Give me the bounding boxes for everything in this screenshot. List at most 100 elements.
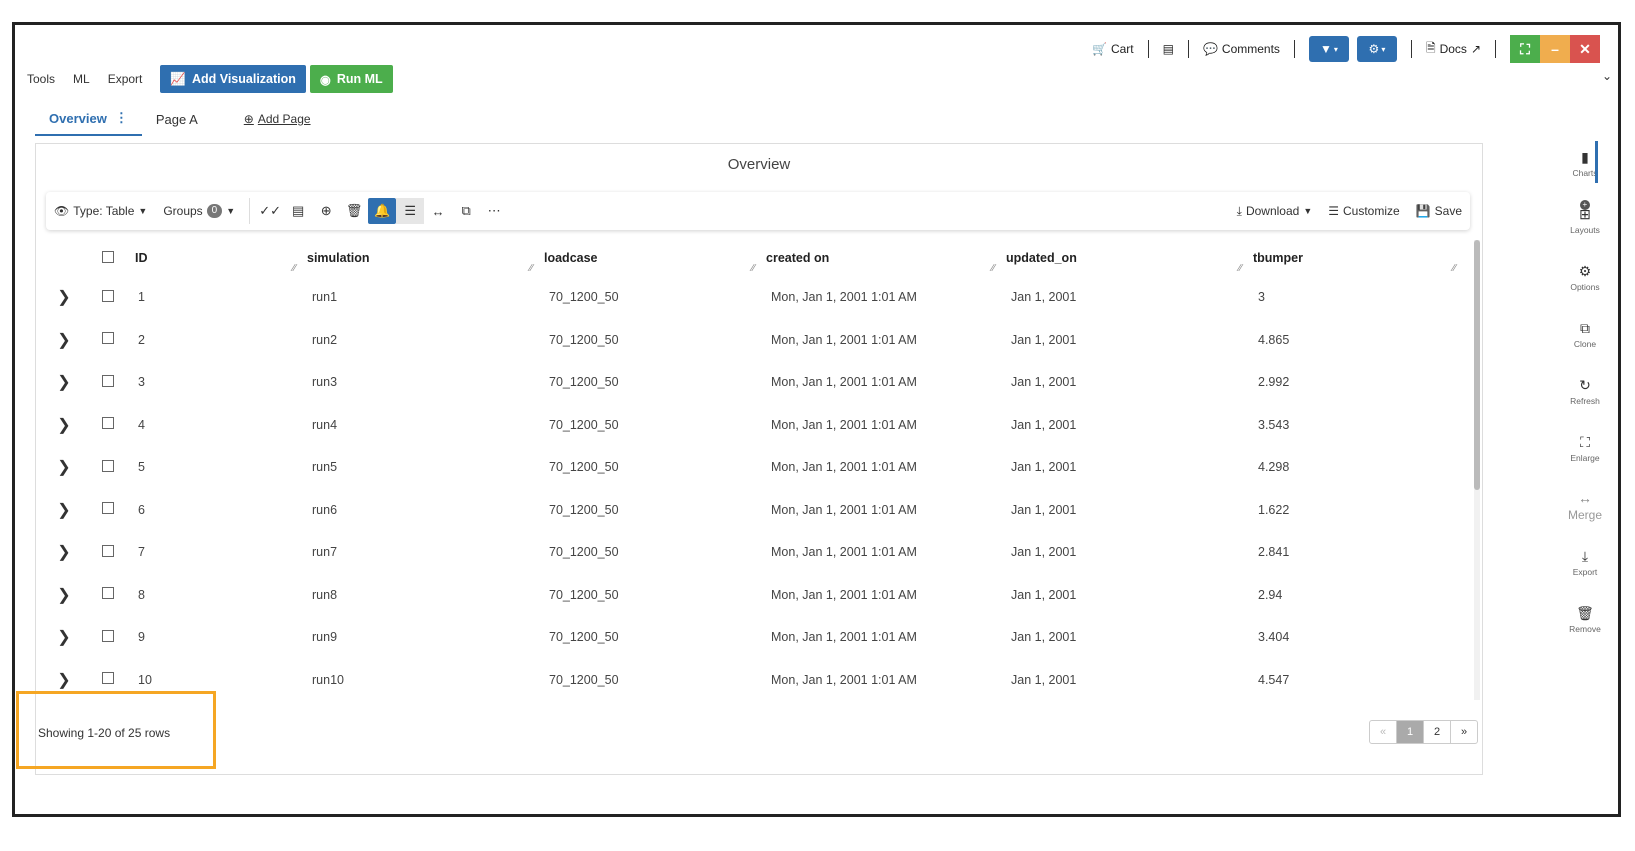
row-checkbox[interactable]: [102, 587, 114, 600]
fit-width-button[interactable]: ↔: [424, 198, 452, 224]
table-row[interactable]: ❯ 2 run2 70_1200_50 Mon, Jan 1, 2001 1:01 AM…: [46, 319, 1466, 362]
menu-export[interactable]: Export: [108, 72, 143, 86]
close-icon: ✕: [1579, 40, 1591, 57]
table-row[interactable]: ❯ 8 run8 70_1200_50 Mon, Jan 1, 2001 1:01 AM…: [46, 574, 1466, 617]
notifications-toggle[interactable]: 🔔: [368, 198, 397, 224]
resize-handle-icon[interactable]: ∕∕: [1239, 263, 1242, 274]
select-all-button[interactable]: ✓✓: [256, 198, 284, 224]
table-row[interactable]: ❯ 9 run9 70_1200_50 Mon, Jan 1, 2001 1:01 AM…: [46, 616, 1466, 659]
column-header-tbumper[interactable]: tbumper ∕∕: [1252, 240, 1466, 276]
resize-handle-icon[interactable]: ∕∕: [752, 263, 755, 274]
more-options-button[interactable]: ⋯: [480, 198, 508, 224]
row-checkbox[interactable]: [102, 417, 114, 430]
fullscreen-button[interactable]: ⛶: [1510, 35, 1540, 63]
table-row[interactable]: ❯ 1 run1 70_1200_50 Mon, Jan 1, 2001 1:01 AM…: [46, 276, 1466, 319]
customize-button[interactable]: ☰ Customize: [1320, 198, 1407, 224]
column-header-loadcase[interactable]: loadcase ∕∕: [543, 240, 765, 276]
sidebar-item-clone[interactable]: ⧉ Clone: [1574, 306, 1596, 363]
table-row[interactable]: ❯ 6 run6 70_1200_50 Mon, Jan 1, 2001 1:01 AM…: [46, 489, 1466, 532]
add-visualization-button[interactable]: 📈 Add Visualization: [160, 65, 306, 93]
scrollbar-thumb[interactable]: [1474, 240, 1480, 490]
comments-link[interactable]: 💬 Comments: [1203, 42, 1280, 56]
table-row[interactable]: ❯ 5 run5 70_1200_50 Mon, Jan 1, 2001 1:01 AM…: [46, 446, 1466, 489]
save-button[interactable]: 💾 Save: [1408, 198, 1470, 224]
chevron-right-icon[interactable]: ❯: [57, 459, 70, 476]
sidebar-item-label: Remove: [1569, 624, 1601, 634]
chevron-right-icon[interactable]: ❯: [57, 544, 70, 561]
cart-link[interactable]: 🛒 Cart: [1092, 42, 1134, 56]
chevron-right-icon[interactable]: ❯: [57, 417, 70, 434]
sidebar-item-refresh[interactable]: ↻ Refresh: [1570, 363, 1600, 420]
column-header-created-on[interactable]: created on ∕∕: [765, 240, 1005, 276]
chevron-right-icon[interactable]: ❯: [57, 587, 70, 604]
filter-dropdown-button[interactable]: ▼ ▾: [1308, 36, 1349, 62]
type-dropdown[interactable]: 👁 Type: Table ▼: [46, 198, 155, 224]
groups-dropdown[interactable]: Groups 0 ▼: [155, 198, 243, 224]
select-all-checkbox[interactable]: [102, 250, 114, 263]
menu-tools[interactable]: Tools: [27, 72, 55, 86]
row-checkbox[interactable]: [102, 502, 114, 515]
sidebar-item-remove[interactable]: 🗑 Remove: [1569, 591, 1601, 648]
run-ml-button[interactable]: ◉ Run ML: [309, 65, 393, 93]
chevron-right-icon[interactable]: ❯: [57, 289, 70, 306]
sidebar-item-charts[interactable]: ▮ Charts: [1572, 135, 1598, 192]
kebab-menu-icon[interactable]: ⋮: [115, 110, 128, 126]
chevron-right-icon[interactable]: ❯: [57, 374, 70, 391]
sidebar-item-merge[interactable]: ↔ Merge: [1568, 477, 1602, 534]
minimize-button[interactable]: –: [1540, 35, 1570, 63]
refresh-icon: ↻: [1579, 377, 1591, 393]
column-header-updated-on[interactable]: updated_on ∕∕: [1005, 240, 1252, 276]
sidebar-item-layouts[interactable]: + ⊞ Layouts: [1570, 192, 1600, 249]
chevron-right-icon[interactable]: ❯: [57, 629, 70, 646]
pagination-page-2[interactable]: 2: [1424, 721, 1451, 743]
column-header-simulation[interactable]: simulation ∕∕: [306, 240, 543, 276]
chevron-right-icon[interactable]: ❯: [57, 672, 70, 689]
row-checkbox[interactable]: [102, 459, 114, 472]
table-row[interactable]: ❯ 4 run4 70_1200_50 Mon, Jan 1, 2001 1:01 AM…: [46, 404, 1466, 447]
sidebar-item-enlarge[interactable]: ⛶ Enlarge: [1570, 420, 1599, 477]
resize-handle-icon[interactable]: ∕∕: [530, 263, 533, 274]
row-checkbox[interactable]: [102, 374, 114, 387]
resize-handle-icon[interactable]: ∕∕: [1453, 263, 1456, 274]
row-checkbox[interactable]: [102, 629, 114, 642]
column-header-id[interactable]: ID ∕∕: [134, 240, 306, 276]
table-row[interactable]: ❯ 3 run3 70_1200_50 Mon, Jan 1, 2001 1:01 AM…: [46, 361, 1466, 404]
table-row[interactable]: ❯ 10 run10 70_1200_50 Mon, Jan 1, 2001 1:01 …: [46, 659, 1466, 701]
table-row[interactable]: ❯ 7 run7 70_1200_50 Mon, Jan 1, 2001 1:01 AM…: [46, 531, 1466, 574]
row-checkbox[interactable]: [102, 544, 114, 557]
pagination-page-1[interactable]: 1: [1397, 721, 1424, 743]
add-page-link[interactable]: ⊕ Add Page: [230, 103, 325, 135]
sidebar-item-export[interactable]: ⤓ Export: [1573, 534, 1598, 591]
vertical-scrollbar[interactable]: [1474, 240, 1480, 700]
chevron-right-icon[interactable]: ❯: [57, 502, 70, 519]
trash-icon: 🗑: [1576, 605, 1594, 621]
ellipsis-icon: ⋯: [487, 203, 501, 218]
page-tabs: Overview ⋮ Page A ⊕ Add Page: [35, 102, 325, 136]
pagination-prev[interactable]: «: [1370, 721, 1397, 743]
main-menu: Tools ML Export 📈 Add Visualization ◉ Ru…: [27, 65, 393, 93]
download-dropdown[interactable]: ⤓ Download ▼: [1229, 198, 1321, 224]
tree-toggle[interactable]: ☰: [396, 198, 425, 224]
sidebar-item-options[interactable]: ⚙ Options: [1570, 249, 1599, 306]
row-checkbox[interactable]: [102, 332, 114, 345]
add-row-button[interactable]: ⊕: [312, 198, 340, 224]
chevron-right-icon[interactable]: ❯: [57, 332, 70, 349]
cell-loadcase: 70_1200_50: [549, 375, 619, 390]
menu-ml[interactable]: ML: [73, 72, 90, 86]
row-checkbox[interactable]: [102, 672, 114, 685]
docs-link[interactable]: 🗎 Docs ↗: [1426, 39, 1481, 60]
cell-loadcase: 70_1200_50: [549, 545, 619, 560]
resize-handle-icon[interactable]: ∕∕: [992, 263, 995, 274]
settings-dropdown-button[interactable]: ⚙ ▾: [1356, 36, 1397, 62]
copy-button[interactable]: ⧉: [452, 198, 480, 224]
film-button[interactable]: ▤: [1163, 42, 1174, 56]
tab-overview[interactable]: Overview ⋮: [35, 102, 142, 136]
close-button[interactable]: ✕: [1570, 35, 1600, 63]
row-checkbox[interactable]: [102, 289, 114, 302]
resize-handle-icon[interactable]: ∕∕: [293, 263, 296, 274]
pagination-next[interactable]: »: [1451, 721, 1477, 743]
tab-page-a[interactable]: Page A: [142, 103, 212, 135]
columns-button[interactable]: ▤: [284, 198, 312, 224]
delete-button[interactable]: 🗑: [340, 198, 368, 224]
chevron-down-icon[interactable]: ⌄: [1602, 69, 1612, 83]
